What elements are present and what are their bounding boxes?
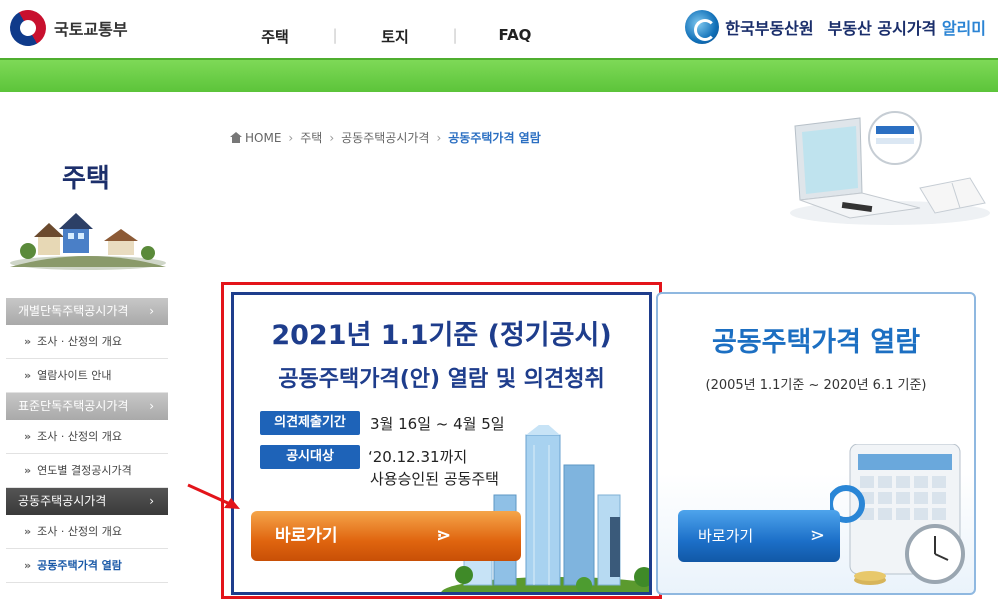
sidebar-item-individual-site-guide[interactable]: » 열람사이트 안내 bbox=[6, 359, 168, 393]
sidebar-title: 주택 bbox=[62, 164, 110, 194]
site-header: 국토교통부 주택 | 토지 | FAQ 한국부동산원 부동산 공시가격 알리미 bbox=[0, 0, 998, 58]
notice-subtitle: 공동주택가격(안) 열람 및 의견청취 bbox=[278, 367, 605, 392]
sidebar-item-individual-overview[interactable]: » 조사 · 산정의 개요 bbox=[6, 325, 168, 359]
taeguk-icon bbox=[3, 3, 53, 53]
service-name-text: 부동산 공시가격 bbox=[827, 19, 937, 38]
calendar-clock-illustration bbox=[830, 444, 965, 585]
sidebar-group-apartment[interactable]: 공동주택공시가격 › bbox=[6, 488, 168, 515]
sidebar-group-label: 개별단독주택공시가격 bbox=[18, 304, 129, 318]
breadcrumb-home[interactable]: HOME bbox=[245, 131, 281, 145]
chevron-right-icon: › bbox=[149, 494, 154, 508]
houses-illustration bbox=[10, 213, 166, 270]
home-icon bbox=[230, 132, 242, 143]
sidebar-item-label: 열람사이트 안내 bbox=[37, 369, 112, 382]
price-lookup-card: 공동주택가격 열람 (2005년 1.1기준 ~ 2020년 6.1 기준) 바… bbox=[656, 292, 976, 595]
service-name: 부동산 공시가격 알리미 bbox=[828, 15, 986, 39]
chevron-right-icon: › bbox=[329, 130, 335, 145]
nav-land[interactable]: 토지 bbox=[365, 26, 425, 47]
breadcrumb-current: 공동주택가격 열람 bbox=[448, 131, 541, 145]
org-name: 한국부동산원 bbox=[725, 19, 814, 38]
sidebar-item-label: 조사 · 산정의 개요 bbox=[37, 335, 122, 348]
notice-card: 2021년 1.1기준 (정기공시) 공동주택가격(안) 열람 및 의견청취 의… bbox=[231, 292, 652, 595]
bullet-icon: » bbox=[24, 369, 32, 382]
bullet-icon: » bbox=[24, 559, 32, 572]
sidebar-item-standard-yearly[interactable]: » 연도별 결정공시가격 bbox=[6, 454, 168, 488]
nav-separator: | bbox=[452, 26, 458, 44]
laptop-illustration bbox=[790, 111, 990, 225]
chevron-right-icon: › bbox=[436, 130, 442, 145]
green-banner-bar bbox=[0, 58, 998, 92]
sidebar-group-standard-house[interactable]: 표준단독주택공시가격 › bbox=[6, 393, 168, 420]
breadcrumb-apartment[interactable]: 공동주택공시가격 bbox=[341, 129, 429, 146]
gov-logo[interactable]: 국토교통부 bbox=[3, 3, 128, 53]
sidebar-item-label: 조사 · 산정의 개요 bbox=[37, 430, 122, 443]
sidebar-group-label: 표준단독주택공시가격 bbox=[18, 399, 129, 413]
chevron-right-icon: › bbox=[288, 130, 294, 145]
sidebar-item-apartment-overview[interactable]: » 조사 · 산정의 개요 bbox=[6, 515, 168, 549]
tag-target: 공시대상 bbox=[260, 445, 360, 469]
go-button-regular-notice[interactable]: 바로가기 ⋗ bbox=[251, 511, 521, 561]
reb-logo-icon bbox=[685, 10, 720, 44]
top-nav: 주택 | 토지 | FAQ bbox=[245, 26, 545, 47]
breadcrumb: HOME › 주택 › 공동주택공시가격 › 공동주택가격 열람 bbox=[230, 129, 541, 146]
nav-housing[interactable]: 주택 bbox=[245, 26, 305, 47]
sidebar-group-individual-house[interactable]: 개별단독주택공시가격 › bbox=[6, 298, 168, 325]
arrow-right-icon: ⋗ bbox=[436, 525, 452, 546]
nav-faq[interactable]: FAQ bbox=[485, 26, 545, 47]
chevron-right-icon: › bbox=[149, 399, 154, 413]
bullet-icon: » bbox=[24, 464, 32, 477]
chevron-right-icon: › bbox=[149, 304, 154, 318]
city-buildings-illustration bbox=[441, 425, 649, 592]
sidebar-group-label: 공동주택공시가격 bbox=[18, 494, 107, 508]
tag-comment-period: 의견제출기간 bbox=[260, 411, 360, 435]
sidebar-menu: 개별단독주택공시가격 › » 조사 · 산정의 개요 » 열람사이트 안내 표준단독주… bbox=[6, 298, 168, 583]
sidebar-item-label: 연도별 결정공시가격 bbox=[37, 464, 132, 477]
price-lookup-subtitle: (2005년 1.1기준 ~ 2020년 6.1 기준) bbox=[705, 378, 927, 393]
gov-name: 국토교통부 bbox=[54, 20, 128, 39]
bullet-icon: » bbox=[24, 430, 32, 443]
notice-title: 2021년 1.1기준 (정기공시) bbox=[271, 320, 612, 351]
sidebar-item-label: 공동주택가격 열람 bbox=[37, 559, 122, 572]
price-lookup-title: 공동주택가격 열람 bbox=[711, 327, 921, 358]
bullet-icon: » bbox=[24, 335, 32, 348]
button-label: 바로가기 bbox=[275, 526, 338, 546]
go-button-price-lookup[interactable]: 바로가기 ⋗ bbox=[678, 510, 840, 562]
sidebar-item-standard-overview[interactable]: » 조사 · 산정의 개요 bbox=[6, 420, 168, 454]
breadcrumb-housing[interactable]: 주택 bbox=[300, 129, 322, 146]
red-pointer-arrow-icon bbox=[187, 483, 240, 509]
org-logo[interactable]: 한국부동산원 부동산 공시가격 알리미 bbox=[685, 10, 986, 44]
sidebar-item-apartment-price[interactable]: » 공동주택가격 열람 bbox=[6, 549, 168, 583]
button-label: 바로가기 bbox=[698, 527, 754, 545]
nav-separator: | bbox=[332, 26, 338, 44]
service-accent: 알리미 bbox=[941, 19, 986, 38]
sidebar-item-label: 조사 · 산정의 개요 bbox=[37, 525, 122, 538]
arrow-right-icon: ⋗ bbox=[810, 525, 826, 546]
bullet-icon: » bbox=[24, 525, 32, 538]
